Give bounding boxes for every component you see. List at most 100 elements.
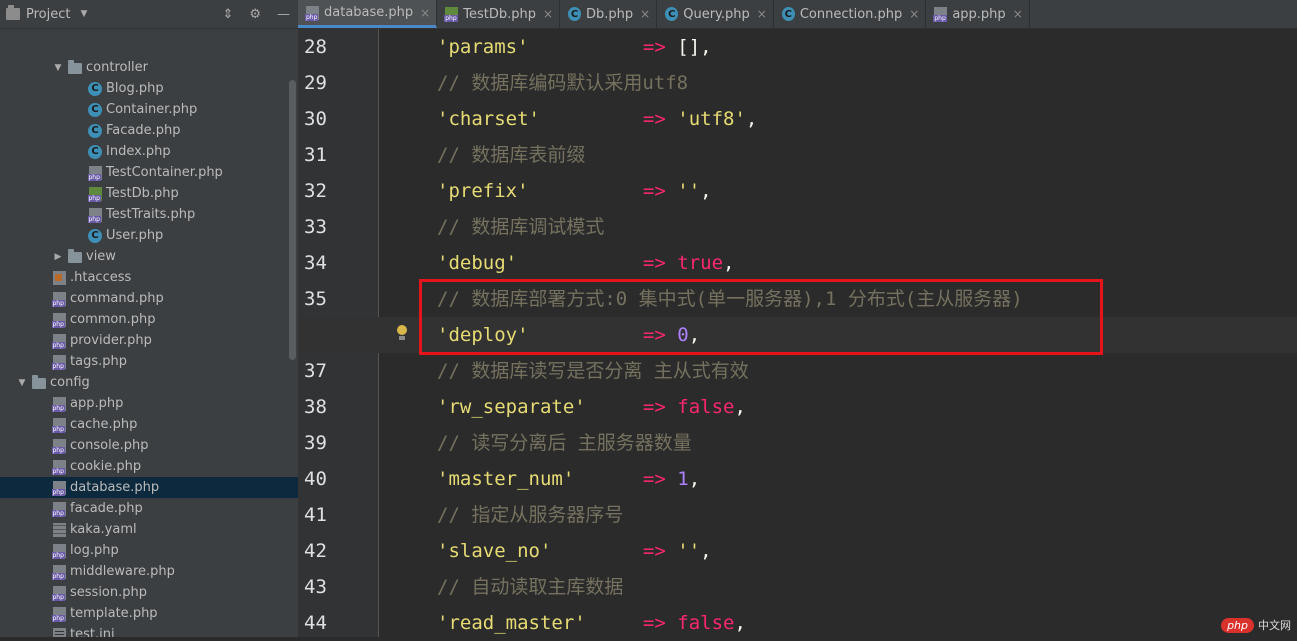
tree-file[interactable]: kaka.yaml	[0, 519, 298, 540]
line-number: 41	[304, 504, 327, 526]
lightbulb-icon[interactable]	[396, 325, 408, 341]
close-icon[interactable]: ×	[420, 6, 430, 20]
yaml-file-icon	[52, 522, 66, 537]
close-icon[interactable]: ×	[543, 7, 553, 21]
code-comment-line[interactable]: // 自动读取主库数据	[437, 569, 623, 605]
tree-scrollbar[interactable]	[289, 80, 296, 360]
code-comment: // 自动读取主库数据	[437, 576, 624, 598]
code-key: 'slave_no'	[437, 540, 552, 562]
htaccess-file-icon	[52, 270, 66, 285]
tree-file[interactable]: test.ini	[0, 624, 298, 637]
code-comment-line[interactable]: // 读写分离后 主服务器数量	[437, 425, 692, 461]
chevron-down-icon[interactable]: ▼	[80, 9, 87, 19]
editor-tab[interactable]: TestDb.php ×	[437, 0, 561, 28]
tree-file[interactable]: command.php	[0, 288, 298, 309]
code-comment-line[interactable]: // 数据库表前缀	[437, 137, 585, 173]
tree-item-label: TestDb.php	[106, 186, 179, 201]
php-test-file-icon	[444, 7, 459, 22]
tree-file[interactable]: tags.php	[0, 351, 298, 372]
code-line[interactable]: 'debug' => true,	[437, 245, 734, 281]
code-key: 'debug'	[437, 252, 518, 274]
close-icon[interactable]: ×	[909, 7, 919, 21]
tree-file[interactable]: cookie.php	[0, 456, 298, 477]
tree-file[interactable]: common.php	[0, 309, 298, 330]
hide-panel-icon[interactable]: —	[277, 7, 290, 22]
tree-file[interactable]: console.php	[0, 435, 298, 456]
editor-tab[interactable]: database.php ×	[298, 0, 438, 28]
tree-file[interactable]: C Blog.php	[0, 78, 298, 99]
tree-file[interactable]: provider.php	[0, 330, 298, 351]
code-comment-line[interactable]: // 数据库调试模式	[437, 209, 604, 245]
php-logo: php	[1221, 617, 1254, 633]
code-key: 'rw_separate'	[437, 396, 586, 418]
code-line[interactable]: 'slave_no' => '',	[437, 533, 712, 569]
code-value: 1	[677, 468, 689, 490]
tree-item-label: Index.php	[106, 144, 171, 159]
code-line[interactable]: 'params' => [],	[437, 29, 712, 65]
tree-file[interactable]: .htaccess	[0, 267, 298, 288]
tab-label: Query.php	[683, 6, 750, 22]
tree-file[interactable]: facade.php	[0, 498, 298, 519]
code-comment: // 数据库表前缀	[437, 144, 586, 166]
line-number: 30	[304, 108, 327, 130]
code-line[interactable]: 'rw_separate' => false,	[437, 389, 746, 425]
code-value: ''	[677, 540, 701, 562]
editor-tab[interactable]: C Query.php ×	[657, 0, 774, 28]
line-number: 33	[304, 216, 327, 238]
editor-tab[interactable]: C Connection.php ×	[774, 0, 927, 28]
code-punctuation: ,	[723, 252, 735, 274]
tree-file[interactable]: database.php	[0, 477, 298, 498]
close-icon[interactable]: ×	[1013, 7, 1023, 21]
code-line[interactable]: 'master_num' => 1,	[437, 461, 700, 497]
line-number: 31	[304, 144, 327, 166]
chevron-down-icon[interactable]: ▼	[16, 378, 28, 388]
code-line[interactable]: 'prefix' => '',	[437, 173, 712, 209]
close-icon[interactable]: ×	[757, 7, 767, 21]
php-class-icon: C	[88, 123, 102, 138]
chevron-right-icon[interactable]: ▶	[52, 252, 64, 262]
code-value: false	[677, 612, 735, 634]
tree-item-label: User.php	[106, 228, 164, 243]
editor-tab[interactable]: C Db.php ×	[560, 0, 658, 28]
tree-file[interactable]: middleware.php	[0, 561, 298, 582]
php-file-icon	[51, 480, 66, 496]
editor-tab[interactable]: app.php ×	[926, 0, 1030, 28]
tree-file[interactable]: C Facade.php	[0, 120, 298, 141]
php-file-icon	[51, 459, 66, 475]
code-line[interactable]: 'read_master' => false,	[437, 605, 746, 641]
tree-folder[interactable]: ▼ config	[0, 372, 298, 393]
code-comment-line[interactable]: // 数据库编码默认采用utf8	[437, 65, 688, 101]
tree-file[interactable]: TestDb.php	[0, 183, 298, 204]
tree-file[interactable]: C User.php	[0, 225, 298, 246]
tree-file[interactable]: app.php	[0, 393, 298, 414]
code-line[interactable]: 'charset' => 'utf8',	[437, 101, 757, 137]
code-comment-line[interactable]: // 指定从服务器序号	[437, 497, 623, 533]
php-file-icon	[51, 417, 66, 433]
tree-file[interactable]: TestTraits.php	[0, 204, 298, 225]
tree-item-label: facade.php	[70, 501, 143, 516]
project-panel: Project ▼ ⇕ ⚙ — ▼ controller C Blog.php C Con…	[0, 0, 299, 637]
code-comment-line[interactable]: // 数据库读写是否分离 主从式有效	[437, 353, 749, 389]
close-icon[interactable]: ×	[640, 7, 650, 21]
collapse-all-icon[interactable]: ⇕	[222, 7, 233, 22]
code-key: 'master_num'	[437, 468, 575, 490]
chevron-down-icon[interactable]: ▼	[52, 63, 64, 73]
tree-file[interactable]: log.php	[0, 540, 298, 561]
tree-file[interactable]: session.php	[0, 582, 298, 603]
tree-item-label: log.php	[70, 543, 119, 558]
tree-folder[interactable]: ▼ controller	[0, 57, 298, 78]
tree-folder[interactable]: ▶ view	[0, 246, 298, 267]
project-panel-header[interactable]: Project ▼ ⇕ ⚙ —	[0, 0, 298, 29]
gear-icon[interactable]: ⚙	[249, 7, 261, 22]
tree-file[interactable]: C Container.php	[0, 99, 298, 120]
tree-file[interactable]: C Index.php	[0, 141, 298, 162]
tree-file[interactable]: cache.php	[0, 414, 298, 435]
tree-file[interactable]: template.php	[0, 603, 298, 624]
tree-file[interactable]: TestContainer.php	[0, 162, 298, 183]
php-file-icon	[87, 207, 102, 223]
